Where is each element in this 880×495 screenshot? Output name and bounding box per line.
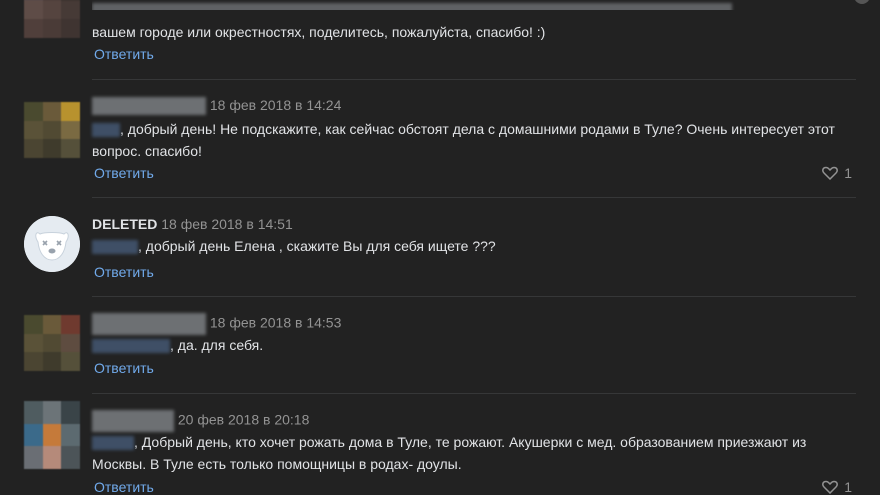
author-name-blurred[interactable] bbox=[92, 97, 206, 116]
comment-text: , добрый день! Не подскажите, как сейчас… bbox=[92, 121, 835, 159]
reply-button[interactable]: Ответить bbox=[94, 360, 154, 376]
avatar[interactable] bbox=[24, 0, 80, 38]
heart-icon bbox=[822, 480, 839, 494]
comment-header: DELETED 18 фев 2018 в 14:51 bbox=[92, 216, 293, 232]
avatar[interactable] bbox=[24, 401, 80, 469]
divider bbox=[92, 296, 856, 297]
reply-button[interactable]: Ответить bbox=[94, 165, 154, 181]
comment-date[interactable]: 18 фев 2018 в 14:51 bbox=[161, 216, 293, 232]
reply-button[interactable]: Ответить bbox=[94, 264, 154, 280]
mention-blurred[interactable] bbox=[92, 436, 134, 451]
author-name[interactable]: DELETED bbox=[92, 216, 157, 232]
deleted-dog-icon bbox=[24, 216, 80, 272]
comment-text-cut bbox=[92, 0, 862, 10]
comment-date[interactable]: 18 фев 2018 в 14:53 bbox=[210, 315, 342, 331]
like-count: 1 bbox=[844, 165, 852, 181]
like-button[interactable]: 1 bbox=[822, 479, 852, 495]
reply-button[interactable]: Ответить bbox=[94, 479, 154, 495]
avatar-deleted[interactable] bbox=[24, 216, 80, 272]
heart-icon bbox=[822, 166, 839, 180]
author-name-blurred[interactable] bbox=[92, 410, 174, 432]
avatar[interactable] bbox=[24, 102, 80, 158]
comment-date[interactable]: 18 фев 2018 в 14:24 bbox=[210, 97, 342, 113]
mention-blurred[interactable] bbox=[92, 123, 120, 138]
comment-header: 18 фев 2018 в 14:53 bbox=[92, 313, 341, 335]
avatar[interactable] bbox=[24, 315, 80, 371]
comment-text: вашем городе или окрестностях, поделитес… bbox=[92, 24, 546, 40]
comment-date[interactable]: 20 фев 2018 в 20:18 bbox=[178, 412, 310, 428]
mention-blurred[interactable] bbox=[92, 339, 170, 354]
like-button[interactable]: 1 bbox=[822, 165, 852, 181]
divider bbox=[92, 197, 856, 198]
comment-header: 20 фев 2018 в 20:18 bbox=[92, 410, 309, 432]
author-name-blurred[interactable] bbox=[92, 313, 206, 335]
comment-text: , да. для себя. bbox=[92, 334, 862, 356]
comment-text: , Добрый день, кто хочет рожать дома в Т… bbox=[92, 434, 807, 472]
divider bbox=[92, 79, 856, 80]
mention-blurred[interactable] bbox=[92, 240, 138, 255]
divider bbox=[92, 393, 856, 394]
comments-feed: вашем городе или окрестностях, поделитес… bbox=[0, 0, 880, 495]
like-count: 1 bbox=[844, 479, 852, 495]
comment-text: , добрый день Елена , скажите Вы для себ… bbox=[92, 235, 862, 257]
comment-header: 18 фев 2018 в 14:24 bbox=[92, 97, 342, 116]
reply-button[interactable]: Ответить bbox=[94, 46, 154, 62]
